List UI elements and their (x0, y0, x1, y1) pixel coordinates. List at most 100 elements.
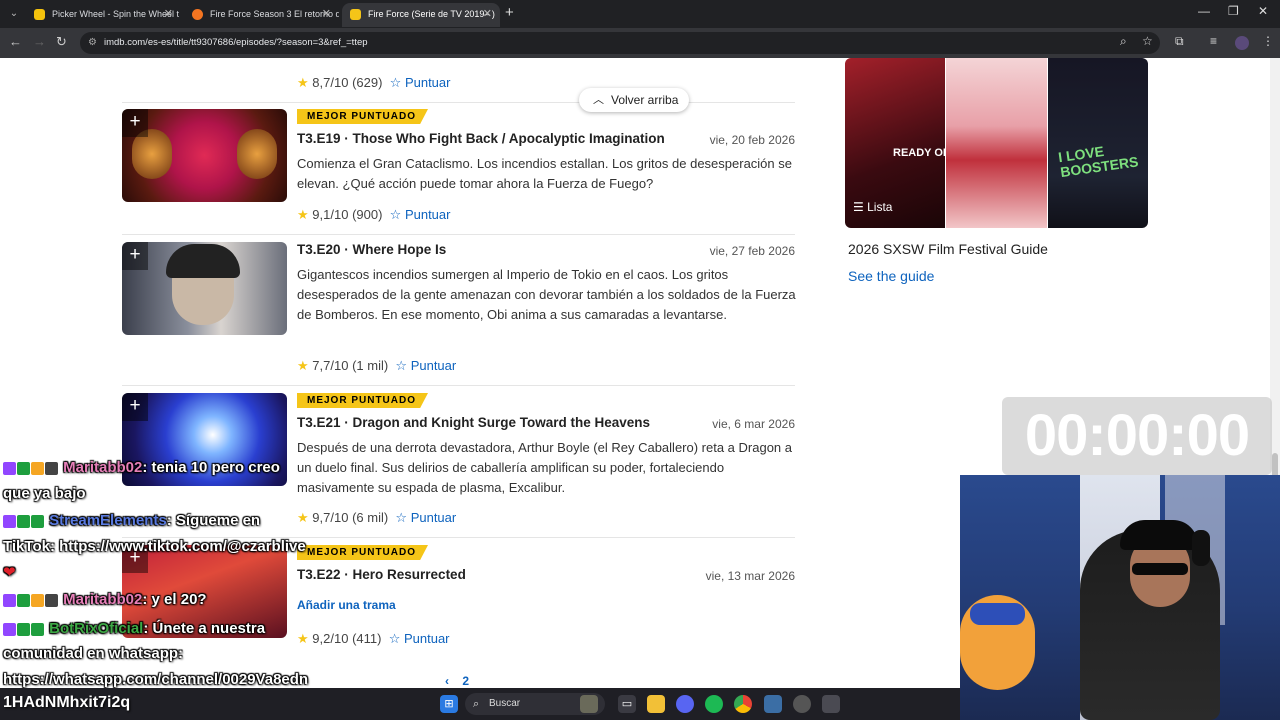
top-rated-badge: MEJOR PUNTUADO (297, 109, 429, 124)
sunglasses (1132, 563, 1188, 575)
episode-description: Después de una derrota devastadora, Arth… (297, 440, 793, 495)
episode-date: vie, 13 mar 2026 (705, 569, 795, 583)
episode-rating: ★ 7,7/10 (1 mil) ☆ Puntuar (297, 358, 456, 374)
site-info-icon[interactable]: ⚙ (88, 32, 97, 54)
tab-fire-force-crunchyroll[interactable]: Fire Force Season 3 El retorno d ✕ (184, 3, 339, 27)
divider (122, 102, 795, 103)
rating-score: 9,7/10 (312, 510, 349, 525)
discord-icon[interactable] (676, 695, 694, 713)
episode-thumbnail[interactable]: + (122, 109, 287, 202)
chat-message: Maritabb02: tenia 10 pero creo (3, 455, 280, 481)
rating-votes: (411) (352, 631, 382, 646)
add-to-watchlist-icon[interactable]: + (122, 242, 148, 270)
user-badges (3, 455, 59, 481)
episode-item-e20: + T3.E20 · Where Hope Is vie, 27 feb 202… (122, 241, 796, 391)
add-to-watchlist-icon[interactable]: + (122, 109, 148, 137)
chat-text: que ya bajo (3, 485, 86, 502)
page-number[interactable]: 2 (462, 674, 469, 688)
rating-votes: (900) (352, 207, 383, 222)
profile-avatar[interactable] (1235, 36, 1249, 50)
rate-button[interactable]: ☆ Puntuar (395, 510, 456, 525)
calculator-icon[interactable] (822, 695, 840, 713)
chrome-icon[interactable] (734, 695, 752, 713)
file-explorer-icon[interactable] (647, 695, 665, 713)
promo-title[interactable]: 2026 SXSW Film Festival Guide (848, 241, 1048, 257)
chat-text: : Sígueme en (166, 512, 261, 529)
episode-title[interactable]: T3.E22 · Hero Resurrected (297, 567, 466, 582)
episode-title[interactable]: T3.E19 · Those Who Fight Back / Apocalyp… (297, 131, 665, 146)
add-to-watchlist-icon[interactable]: + (122, 393, 148, 421)
star-outline-icon: ☆ (395, 358, 408, 373)
zoom-icon[interactable]: ⌕ (1120, 34, 1127, 49)
top-rated-badge: MEJOR PUNTUADO (297, 393, 429, 408)
promo-poster-strip[interactable]: READY OR NOT I LOVE BOOSTERS ☰ Lista (845, 58, 1148, 228)
user-badges (3, 616, 45, 642)
rate-button[interactable]: ☆ Puntuar (390, 207, 451, 222)
bookmark-star-icon[interactable]: ☆ (1142, 34, 1153, 48)
crunchyroll-favicon-icon (192, 9, 203, 20)
reload-icon[interactable]: ↻ (56, 34, 67, 50)
close-window-icon[interactable]: ✕ (1258, 4, 1268, 18)
close-tab-icon[interactable]: ✕ (483, 3, 492, 25)
star-icon: ★ (297, 207, 309, 222)
chat-message: BotRixOficial: Únete a nuestra (3, 616, 265, 642)
address-bar[interactable]: ⚙ imdb.com/es-es/title/tt9307686/episode… (80, 32, 1160, 54)
headset (1192, 530, 1210, 566)
chat-text: : Únete a nuestra (143, 620, 266, 637)
maximize-icon[interactable]: ❐ (1228, 4, 1239, 18)
rate-button[interactable]: ☆ Puntuar (395, 358, 456, 373)
chat-username: Maritabb02 (63, 591, 143, 608)
prev-episode-rating: ★ 8,7/10 (629) ☆ Puntuar (297, 75, 450, 91)
imdb-favicon-icon (350, 9, 361, 20)
rating-votes: (6 mil) (352, 510, 389, 525)
widgets-icon[interactable] (580, 695, 598, 713)
spotify-icon[interactable] (705, 695, 723, 713)
star-outline-icon: ☆ (389, 75, 402, 90)
episode-thumbnail[interactable]: + (122, 242, 287, 335)
close-tab-icon[interactable]: ✕ (164, 3, 173, 25)
rate-button[interactable]: ☆ Puntuar (390, 75, 451, 90)
rating-score: 9,1/10 (312, 207, 349, 222)
star-icon: ★ (297, 75, 309, 90)
rate-button[interactable]: ☆ Puntuar (389, 631, 450, 646)
user-badges (3, 508, 45, 534)
episode-title[interactable]: T3.E21 · Dragon and Knight Surge Toward … (297, 415, 650, 430)
extensions-icon[interactable]: ⧉ (1175, 34, 1184, 49)
browser-toolbar: ← → ↻ ⚙ imdb.com/es-es/title/tt9307686/e… (0, 28, 1280, 58)
add-plot-link[interactable]: Añadir una trama (297, 598, 396, 612)
picker-wheel-favicon-icon (34, 9, 45, 20)
minimize-icon[interactable]: — (1198, 4, 1210, 18)
pagination[interactable]: ‹ 2 (445, 674, 469, 688)
chat-username: BotRixOficial (49, 620, 144, 637)
episode-rating: ★ 9,1/10 (900) ☆ Puntuar (297, 207, 450, 223)
tab-search-icon[interactable]: ⌄ (6, 6, 22, 22)
chevron-left-icon[interactable]: ‹ (445, 674, 449, 688)
episode-title[interactable]: T3.E20 · Where Hope Is (297, 242, 446, 257)
chat-message: StreamElements: Sígueme en (3, 508, 260, 534)
tab-picker-wheel[interactable]: Picker Wheel - Spin the Wheel t ✕ (26, 3, 181, 27)
forward-icon[interactable]: → (33, 34, 46, 49)
windows-start-icon[interactable]: ⊞ (440, 695, 458, 713)
episode-date: vie, 20 feb 2026 (709, 133, 795, 147)
rating-votes: (1 mil) (352, 358, 389, 373)
list-badge: ☰ Lista (853, 200, 892, 214)
episode-date: vie, 6 mar 2026 (712, 417, 795, 431)
reading-list-icon[interactable]: ≡ (1210, 34, 1217, 48)
rate-label: Puntuar (410, 510, 457, 525)
rating-score: 7,7/10 (312, 358, 349, 373)
task-view-icon[interactable]: ▭ (618, 695, 636, 713)
notepad-icon[interactable] (764, 695, 782, 713)
tab-fire-force-imdb[interactable]: Fire Force (Serie de TV 2019– ) ✕ (342, 3, 500, 27)
search-placeholder: Buscar (489, 698, 521, 709)
obs-icon[interactable] (793, 695, 811, 713)
rate-label: Puntuar (403, 631, 450, 646)
see-guide-link[interactable]: See the guide (848, 268, 934, 284)
chat-text: : y el 20? (142, 591, 207, 608)
new-tab-button[interactable]: + (505, 4, 514, 21)
menu-icon[interactable]: ⋮ (1262, 34, 1274, 48)
stream-timer: 00:00:00 (1002, 397, 1272, 475)
screen: ⌄ Picker Wheel - Spin the Wheel t ✕ Fire… (0, 0, 1280, 720)
tab-title: Picker Wheel - Spin the Wheel t (52, 9, 180, 19)
close-tab-icon[interactable]: ✕ (322, 3, 331, 25)
back-icon[interactable]: ← (9, 34, 22, 49)
